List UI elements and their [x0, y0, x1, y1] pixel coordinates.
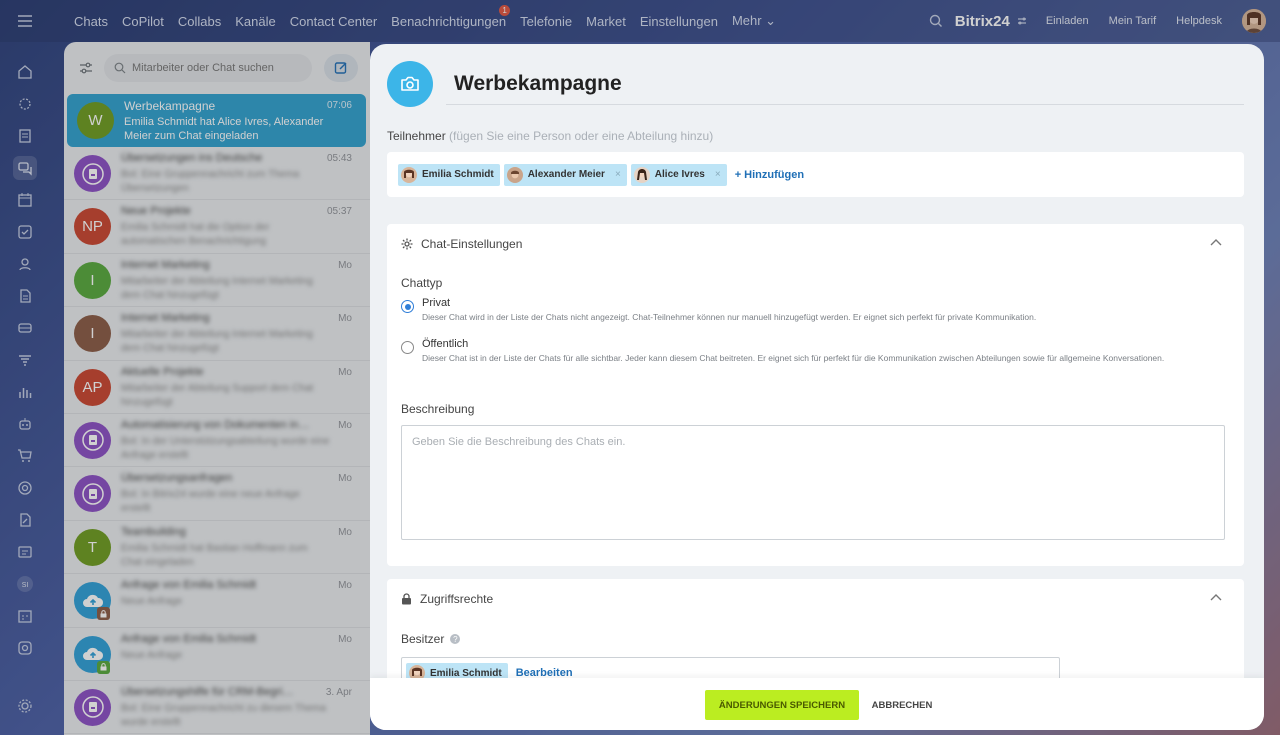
participant-avatar	[401, 166, 417, 183]
participant-avatar	[506, 166, 523, 183]
participants-label: Teilnehmer (fügen Sie eine Person oder e…	[387, 129, 713, 143]
remove-participant-icon[interactable]: ×	[615, 169, 621, 180]
participant-name: Emilia Schmidt	[422, 169, 494, 180]
public-label[interactable]: Öffentlich	[422, 338, 468, 350]
lock-icon	[402, 593, 411, 605]
chattype-label: Chattyp	[401, 276, 443, 290]
participants-label-text: Teilnehmer	[387, 129, 446, 143]
participant-avatar	[633, 166, 650, 183]
add-participant-link[interactable]: + Hinzufügen	[735, 169, 804, 181]
participant-chip: Emilia Schmidt	[398, 163, 500, 186]
description-textarea[interactable]	[401, 425, 1225, 540]
cancel-button[interactable]: ABBRECHEN	[866, 690, 938, 720]
remove-participant-icon[interactable]: ×	[715, 169, 721, 180]
description-label: Beschreibung	[401, 402, 475, 416]
radio-private[interactable]	[401, 300, 414, 313]
private-label[interactable]: Privat	[422, 297, 450, 309]
chevron-up-icon[interactable]	[1210, 238, 1222, 246]
chat-title[interactable]: Werbekampagne	[454, 72, 622, 96]
chat-avatar-upload[interactable]	[387, 61, 433, 107]
participant-name: Alice Ivres	[654, 169, 705, 180]
save-changes-button[interactable]: ÄNDERUNGEN SPEICHERN	[705, 690, 859, 720]
chat-settings-title: Chat-Einstellungen	[421, 237, 523, 251]
participant-chip: Alice Ivres ×	[630, 163, 727, 186]
slider-footer: ÄNDERUNGEN SPEICHERN ABBRECHEN	[370, 678, 1264, 730]
help-icon[interactable]: ?	[450, 634, 461, 644]
participant-name: Alexander Meier	[527, 169, 605, 180]
participants-hint: (fügen Sie eine Person oder eine Abteilu…	[449, 129, 714, 143]
title-underline	[446, 104, 1244, 105]
owner-label-row: Besitzer?	[401, 632, 461, 646]
public-description: Dieser Chat ist in der Liste der Chats f…	[422, 353, 1165, 363]
participants-field[interactable]: Emilia Schmidt Alexander Meier × Alice Ivre…	[387, 152, 1244, 197]
slider-header: Werbekampagne	[370, 44, 1264, 122]
chat-settings-section: Chat-Einstellungen Chattyp Privat Dieser…	[387, 224, 1244, 566]
chat-settings-header[interactable]: Chat-Einstellungen	[401, 237, 522, 251]
access-rights-title: Zugriffsrechte	[420, 592, 494, 606]
radio-public[interactable]	[401, 341, 414, 354]
owner-label: Besitzer	[401, 632, 445, 646]
gear-icon	[401, 238, 413, 250]
camera-icon	[401, 76, 419, 91]
access-rights-header[interactable]: Zugriffsrechte	[401, 592, 493, 606]
chevron-up-icon[interactable]	[1210, 593, 1222, 601]
participant-chip: Alexander Meier ×	[503, 163, 627, 186]
chat-edit-slider: Werbekampagne Teilnehmer (fügen Sie eine…	[370, 44, 1264, 730]
owner-name: Emilia Schmidt	[430, 667, 502, 679]
private-description: Dieser Chat wird in der Liste der Chats …	[422, 312, 1037, 322]
